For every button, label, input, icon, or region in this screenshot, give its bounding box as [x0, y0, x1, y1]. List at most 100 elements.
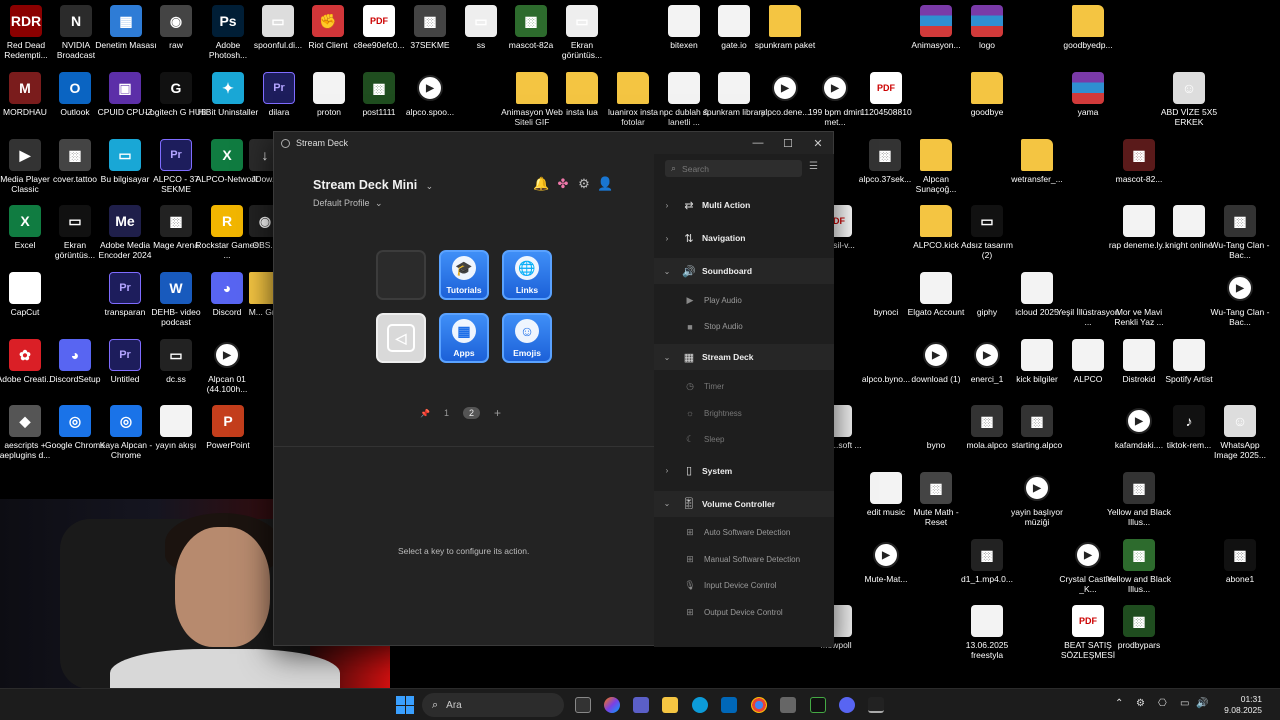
key-tutorials[interactable]: 🎓 Tutorials — [439, 250, 489, 300]
action-manual-software-detection[interactable]: ⊞ Manual Software Detection — [654, 546, 834, 572]
desktop-icon[interactable]: wetransfer_... — [1005, 139, 1069, 184]
close-button[interactable]: ✕ — [803, 132, 833, 154]
action-timer[interactable]: ◷ Timer — [654, 373, 834, 399]
desktop-icon[interactable]: ▩ Mute Math - Reset — [904, 472, 968, 527]
app-icon: ◎ — [110, 405, 142, 437]
desktop-icon[interactable]: ▶ Wu-Tang Clan - Bac... — [1208, 272, 1272, 327]
app-icon: W — [160, 272, 192, 304]
desktop-icon[interactable]: Mor ve Mavi Renkli Yaz ... — [1107, 272, 1171, 327]
desktop-icon[interactable]: goodbyedp... — [1056, 5, 1120, 50]
action-auto-software-detection[interactable]: ⊞ Auto Software Detection — [654, 520, 834, 546]
desktop-icon[interactable]: P PowerPoint — [196, 405, 260, 450]
add-page-button[interactable]: + — [494, 406, 501, 420]
action-search[interactable]: ⌕ — [665, 160, 802, 177]
action-search-input[interactable] — [682, 163, 793, 174]
desktop-icon[interactable]: ▭ Ekran görüntüs... — [550, 5, 614, 60]
taskbar-search[interactable]: ⌕ Ara — [422, 693, 564, 717]
action-play-audio[interactable]: ▶ Play Audio — [654, 287, 834, 313]
device-selector[interactable]: Stream Deck Mini ⌄ — [313, 176, 433, 194]
start-button[interactable] — [396, 696, 414, 714]
tray-chevron-up-icon[interactable]: ⌃ — [1115, 698, 1123, 709]
desktop-icon[interactable]: ✂ CapCut — [0, 272, 57, 317]
copilot-icon[interactable] — [604, 697, 620, 713]
key-apps[interactable]: ▦ Apps — [439, 313, 489, 363]
action-sleep[interactable]: ☾ Sleep — [654, 427, 834, 453]
taskbar-clock[interactable]: 01:31 9.08.2025 — [1224, 694, 1262, 716]
desktop-icon[interactable]: ▩ mascot-82... — [1107, 139, 1171, 184]
key-back[interactable]: ◁ — [376, 313, 426, 363]
desktop-icon[interactable]: spunkram paket — [753, 5, 817, 50]
settings-gear-icon[interactable]: ⚙ — [576, 176, 592, 192]
desktop-icon[interactable]: ▶ Mute-Mat... — [854, 539, 918, 584]
desktop-icon[interactable]: ▩ d1_1.mp4.0... — [955, 539, 1019, 584]
maximize-button[interactable]: ☐ — [773, 132, 803, 154]
stream-deck-taskbar-icon[interactable] — [868, 697, 884, 713]
desktop-icon[interactable]: logo — [955, 5, 1019, 50]
marketplace-icon[interactable]: ✤ — [555, 176, 571, 192]
category-label: Multi Action — [702, 200, 751, 210]
page-1-button[interactable]: 1 — [444, 408, 449, 418]
settings-app-icon[interactable] — [780, 697, 796, 713]
taskbar-app-icon[interactable] — [810, 697, 826, 713]
key-emojis[interactable]: ☺ Emojis — [502, 313, 552, 363]
action-input-device-control[interactable]: 🎙 Input Device Control — [654, 573, 834, 599]
desktop-icon[interactable]: ▩ Wu-Tang Clan - Bac... — [1208, 205, 1272, 260]
desktop-icon[interactable]: ▶ yayin başlıyor müziği — [1005, 472, 1069, 527]
page-2-button[interactable]: 2 — [462, 407, 480, 419]
desktop-icon[interactable]: ▩ starting.alpco — [1005, 405, 1069, 450]
desktop-icon[interactable]: ☺ ABD VİZE 5X5 ERKEK — [1157, 72, 1221, 127]
desktop-icon[interactable]: Alpcan Sunaçoğ... — [904, 139, 968, 194]
desktop-icon[interactable]: PDF 11204508810 — [854, 72, 918, 117]
desktop-icon-label: Alpcan Sunaçoğ... — [915, 174, 957, 194]
desktop-icon[interactable]: ▶ Alpcan 01 (44.100h... — [195, 339, 259, 394]
tray-display-icon[interactable]: ▭ — [1180, 698, 1189, 709]
chrome-icon[interactable] — [751, 697, 767, 713]
tray-volume-icon[interactable]: 🔊 — [1196, 698, 1208, 709]
task-view-icon[interactable] — [575, 697, 591, 713]
store-icon[interactable] — [721, 697, 737, 713]
profile-selector[interactable]: Default Profile ⌄ — [313, 198, 433, 209]
category-stream-deck[interactable]: ⌄ ▦ Stream Deck — [654, 344, 834, 371]
category-system[interactable]: › ▯ System — [654, 458, 834, 484]
action-output-device-control[interactable]: ⊞ Output Device Control — [654, 600, 834, 626]
desktop-icon[interactable]: ▶ alpco.spoo... — [398, 72, 462, 117]
teams-icon[interactable] — [633, 697, 649, 713]
category-multi-action[interactable]: › ⇄ Multi Action — [654, 192, 834, 218]
desktop-icon[interactable]: 13.06.2025 freestyla — [955, 605, 1019, 660]
desktop-icon[interactable]: ▩ abone1 — [1208, 539, 1272, 584]
category-icon: ⇄ — [684, 199, 694, 212]
app-icon: ▭ — [160, 339, 192, 371]
action-brightness[interactable]: ☼ Brightness — [654, 400, 834, 426]
pin-icon[interactable]: 📌 — [420, 409, 430, 418]
taskbar-search-icon: ⌕ — [432, 698, 439, 711]
desktop-icon[interactable]: ☺ WhatsApp Image 2025... — [1208, 405, 1272, 460]
action-label: Manual Software Detection — [704, 554, 801, 564]
minimize-button[interactable]: — — [743, 132, 773, 154]
tray-app-icon[interactable]: ⚙ — [1136, 698, 1145, 709]
desktop-icon-label: dc.ss — [166, 374, 186, 384]
list-view-icon[interactable]: ☰ — [809, 161, 818, 172]
desktop-icon[interactable]: yama — [1056, 72, 1120, 117]
desktop-icon[interactable]: ▩ Yellow and Black Illus... — [1107, 539, 1171, 594]
folder-icon — [516, 72, 548, 104]
key-empty[interactable] — [376, 250, 426, 300]
bell-icon[interactable]: 🔔 — [533, 176, 549, 192]
desktop-icon[interactable]: ▩ Yellow and Black Illus... — [1107, 472, 1171, 527]
category-icon: ▯ — [685, 465, 693, 477]
desktop-icon[interactable]: Spotify Artist — [1157, 339, 1221, 384]
category-navigation[interactable]: › ⇅ Navigation — [654, 225, 834, 251]
desktop-icon-label: Mute-Mat... — [864, 574, 908, 584]
category-soundboard[interactable]: ⌄ 🔊 Soundboard — [654, 258, 834, 284]
edge-icon[interactable] — [692, 697, 708, 713]
file-explorer-icon[interactable] — [662, 697, 678, 713]
discord-taskbar-icon[interactable] — [839, 697, 855, 713]
tray-network-icon[interactable]: ⎔ — [1158, 698, 1167, 709]
category-volume-controller[interactable]: ⌄ 🎚 Volume Controller — [654, 490, 834, 517]
action-stop-audio[interactable]: ■ Stop Audio — [654, 314, 834, 340]
account-icon[interactable]: 👤 — [597, 176, 613, 192]
desktop-icon[interactable]: ▩ prodbypars — [1107, 605, 1171, 650]
key-links[interactable]: 🌐 Links — [502, 250, 552, 300]
desktop-icon[interactable]: ▭ Adsız tasarım (2) — [955, 205, 1019, 260]
desktop-icon[interactable]: goodbye — [955, 72, 1019, 117]
window-titlebar[interactable]: Stream Deck — ☐ ✕ — [274, 132, 833, 154]
